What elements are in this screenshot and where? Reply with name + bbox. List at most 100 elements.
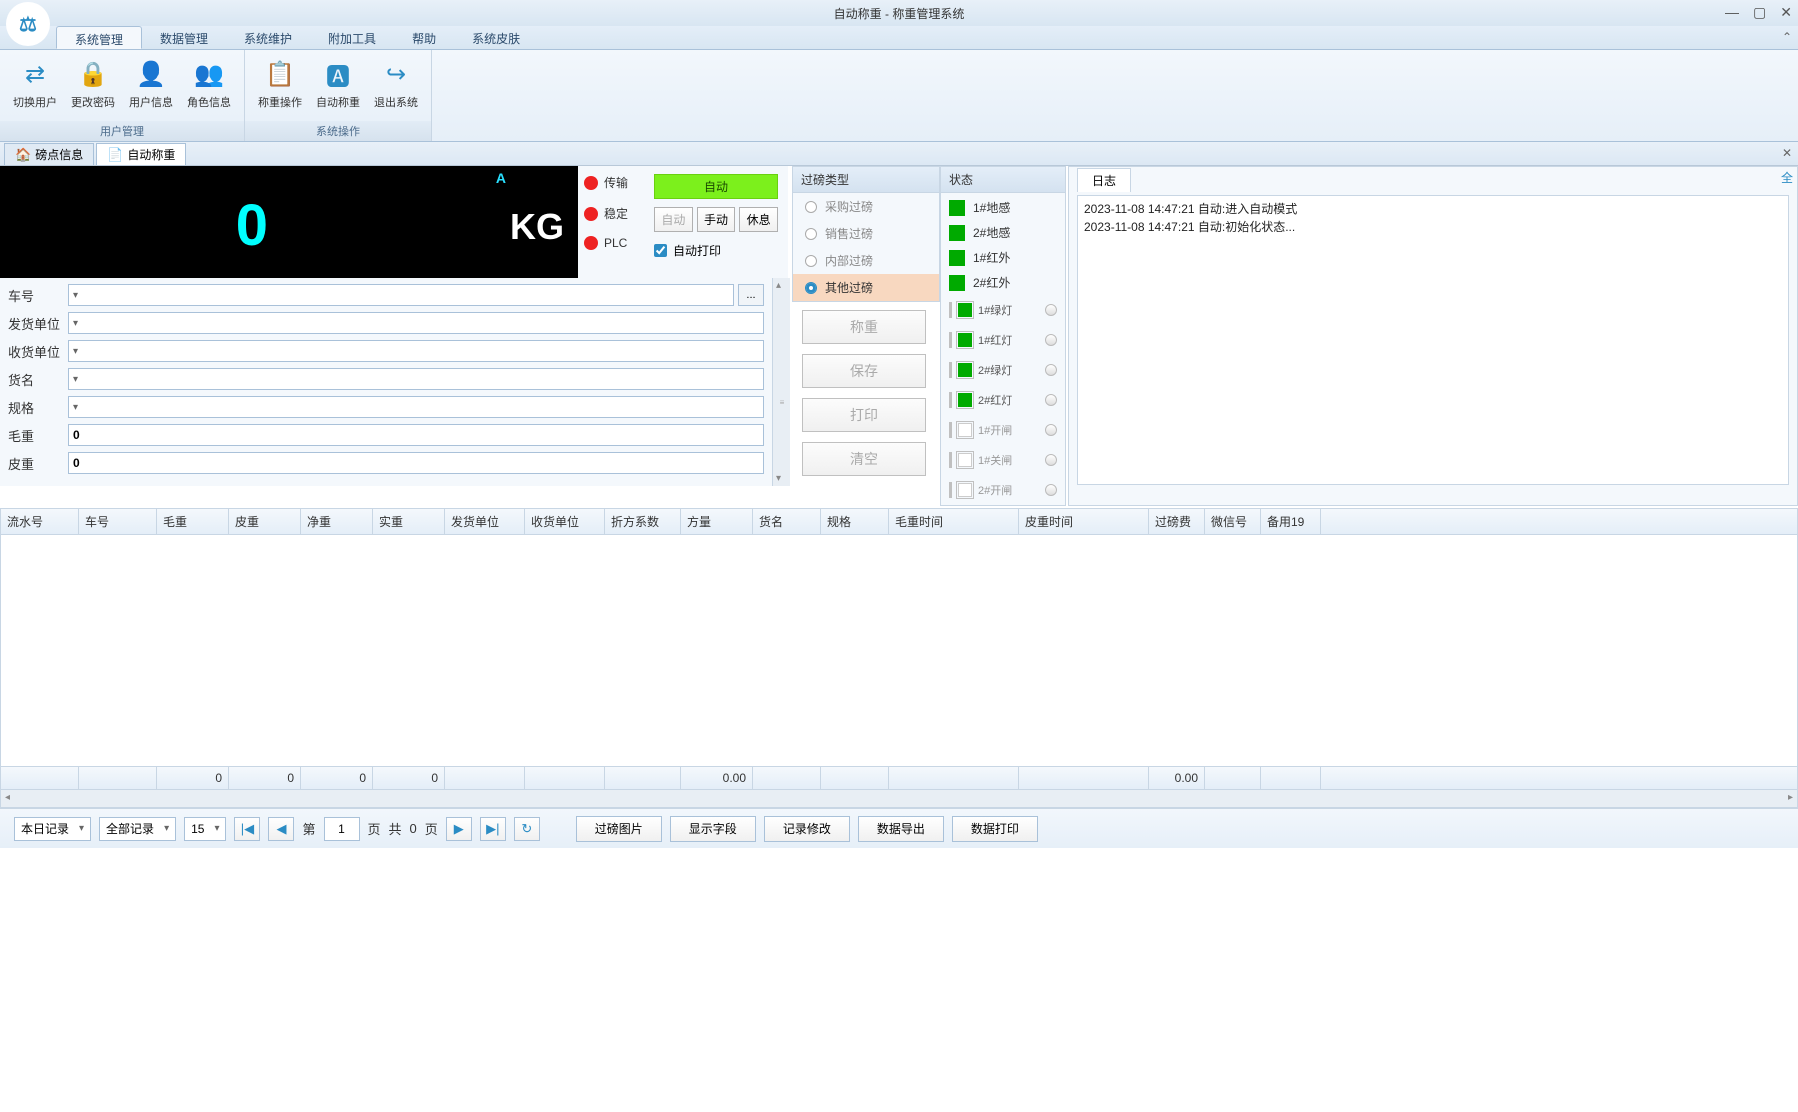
mode-rest-button[interactable]: 休息 [739, 207, 778, 232]
grid-col-header[interactable]: 备用19 [1261, 509, 1321, 534]
ctrl-red-light-2[interactable]: 2#红灯 [949, 389, 1057, 411]
grid-col-header[interactable]: 毛重 [157, 509, 229, 534]
weigh-type-other[interactable]: 其他过磅 [793, 274, 939, 301]
first-page-button[interactable]: |◀ [234, 817, 260, 841]
prev-page-button[interactable]: ◀ [268, 817, 294, 841]
ribbon-switch-user[interactable]: ⇄切换用户 [6, 54, 64, 121]
ribbon-caret-icon[interactable]: ⌃ [1782, 30, 1792, 44]
last-page-button[interactable]: ▶| [480, 817, 506, 841]
tare-weight-input[interactable] [68, 452, 764, 474]
next-page-button[interactable]: ▶ [446, 817, 472, 841]
vehicle-combo[interactable] [68, 284, 734, 306]
menu-tab-system-mgmt[interactable]: 系统管理 [56, 26, 142, 49]
auto-print-checkbox[interactable]: 自动打印 [654, 242, 778, 259]
weigh-type-internal[interactable]: 内部过磅 [793, 247, 939, 274]
grid-col-header[interactable]: 车号 [79, 509, 157, 534]
indicator-panel: 状态 1#地感 2#地感 1#红外 2#红外 1#绿灯 1#红灯 2#绿灯 2#… [940, 166, 1066, 506]
edit-record-button[interactable]: 记录修改 [764, 816, 850, 842]
spec-combo[interactable] [68, 396, 764, 418]
mode-auto-button[interactable]: 自动 [654, 207, 693, 232]
grid-col-header[interactable]: 折方系数 [605, 509, 681, 534]
mode-manual-button[interactable]: 手动 [697, 207, 736, 232]
grid-col-header[interactable]: 实重 [373, 509, 445, 534]
weigh-photo-button[interactable]: 过磅图片 [576, 816, 662, 842]
field-label-goods: 货名 [8, 370, 68, 389]
date-range-select[interactable]: 本日记录 [14, 817, 91, 841]
clear-button[interactable]: 清空 [802, 442, 926, 476]
form-scrollbar[interactable]: ≡ [772, 278, 790, 486]
page-number-input[interactable] [324, 817, 360, 841]
scope-select[interactable]: 全部记录 [99, 817, 176, 841]
sensor-ground-2: 2#地感 [949, 224, 1057, 241]
weigh-type-sale[interactable]: 销售过磅 [793, 220, 939, 247]
ctrl-gate-open-2[interactable]: 2#开闸 [949, 479, 1057, 501]
grid-hscrollbar[interactable] [1, 789, 1797, 807]
save-button[interactable]: 保存 [802, 354, 926, 388]
grid-col-header[interactable]: 净重 [301, 509, 373, 534]
log-expand-button[interactable]: 全 [1781, 169, 1793, 186]
ribbon-weigh-op[interactable]: 📋称重操作 [251, 54, 309, 121]
menu-tab-addon-tools[interactable]: 附加工具 [310, 26, 394, 49]
vehicle-lookup-button[interactable]: ... [738, 284, 764, 306]
ctrl-gate-close-1[interactable]: 1#关闸 [949, 449, 1057, 471]
grid-footer-cell [889, 767, 1019, 789]
grid-col-header[interactable]: 货名 [753, 509, 821, 534]
maximize-button[interactable]: ▢ [1753, 4, 1766, 21]
grid-footer-cell [1261, 767, 1321, 789]
ctrl-green-light-1[interactable]: 1#绿灯 [949, 299, 1057, 321]
ribbon-auto-weigh[interactable]: 🅰自动称重 [309, 54, 367, 121]
grid-col-header[interactable]: 收货单位 [525, 509, 605, 534]
menu-tab-skin[interactable]: 系统皮肤 [454, 26, 538, 49]
minimize-button[interactable]: — [1725, 4, 1739, 21]
print-button[interactable]: 打印 [802, 398, 926, 432]
menu-tab-data-mgmt[interactable]: 数据管理 [142, 26, 226, 49]
grid-col-header[interactable]: 毛重时间 [889, 509, 1019, 534]
export-data-button[interactable]: 数据导出 [858, 816, 944, 842]
field-label-sender: 发货单位 [8, 314, 68, 333]
weigh-button[interactable]: 称重 [802, 310, 926, 344]
goods-combo[interactable] [68, 368, 764, 390]
field-label-receiver: 收货单位 [8, 342, 68, 361]
action-buttons: 称重 保存 打印 清空 [790, 302, 938, 484]
grid-col-header[interactable]: 规格 [821, 509, 889, 534]
grid-col-header[interactable]: 微信号 [1205, 509, 1261, 534]
weigh-type-purchase[interactable]: 采购过磅 [793, 193, 939, 220]
grid-col-header[interactable]: 皮重时间 [1019, 509, 1149, 534]
doctab-auto-weigh[interactable]: 📄自动称重 [96, 143, 186, 165]
grid-col-header[interactable]: 皮重 [229, 509, 301, 534]
grid-col-header[interactable]: 过磅费 [1149, 509, 1205, 534]
grid-footer-cell [1, 767, 79, 789]
radio-icon [805, 282, 817, 294]
doctab-close-icon[interactable]: ✕ [1782, 146, 1792, 160]
menu-tab-system-maint[interactable]: 系统维护 [226, 26, 310, 49]
ribbon-user-info[interactable]: 👤用户信息 [122, 54, 180, 121]
page-size-select[interactable]: 15 [184, 817, 226, 841]
auto-print-input[interactable] [654, 244, 667, 257]
refresh-button[interactable]: ↻ [514, 817, 540, 841]
grid-body[interactable] [1, 535, 1797, 766]
log-tab[interactable]: 日志 [1077, 168, 1131, 192]
receiver-combo[interactable] [68, 340, 764, 362]
ribbon-role-info[interactable]: 👥角色信息 [180, 54, 238, 121]
doctab-weighpoint-info[interactable]: 🏠磅点信息 [4, 143, 94, 165]
grid-footer-cell [1205, 767, 1261, 789]
grid-header-row: 流水号车号毛重皮重净重实重发货单位收货单位折方系数方量货名规格毛重时间皮重时间过… [1, 509, 1797, 535]
ctrl-red-light-1[interactable]: 1#红灯 [949, 329, 1057, 351]
print-data-button[interactable]: 数据打印 [952, 816, 1038, 842]
gross-weight-input[interactable] [68, 424, 764, 446]
show-fields-button[interactable]: 显示字段 [670, 816, 756, 842]
grid-footer-cell [79, 767, 157, 789]
menu-tab-help[interactable]: 帮助 [394, 26, 454, 49]
role-icon: 👥 [193, 58, 225, 90]
grid-col-header[interactable]: 方量 [681, 509, 753, 534]
ctrl-gate-open-1[interactable]: 1#开闸 [949, 419, 1057, 441]
sender-combo[interactable] [68, 312, 764, 334]
white-square-icon [958, 453, 972, 467]
ribbon-exit[interactable]: ↪退出系统 [367, 54, 425, 121]
grid-col-header[interactable]: 发货单位 [445, 509, 525, 534]
close-button[interactable]: ✕ [1780, 4, 1792, 21]
ribbon-change-password[interactable]: 🔒更改密码 [64, 54, 122, 121]
grid-col-header[interactable]: 流水号 [1, 509, 79, 534]
ctrl-green-light-2[interactable]: 2#绿灯 [949, 359, 1057, 381]
sensor-ir-1: 1#红外 [949, 249, 1057, 266]
